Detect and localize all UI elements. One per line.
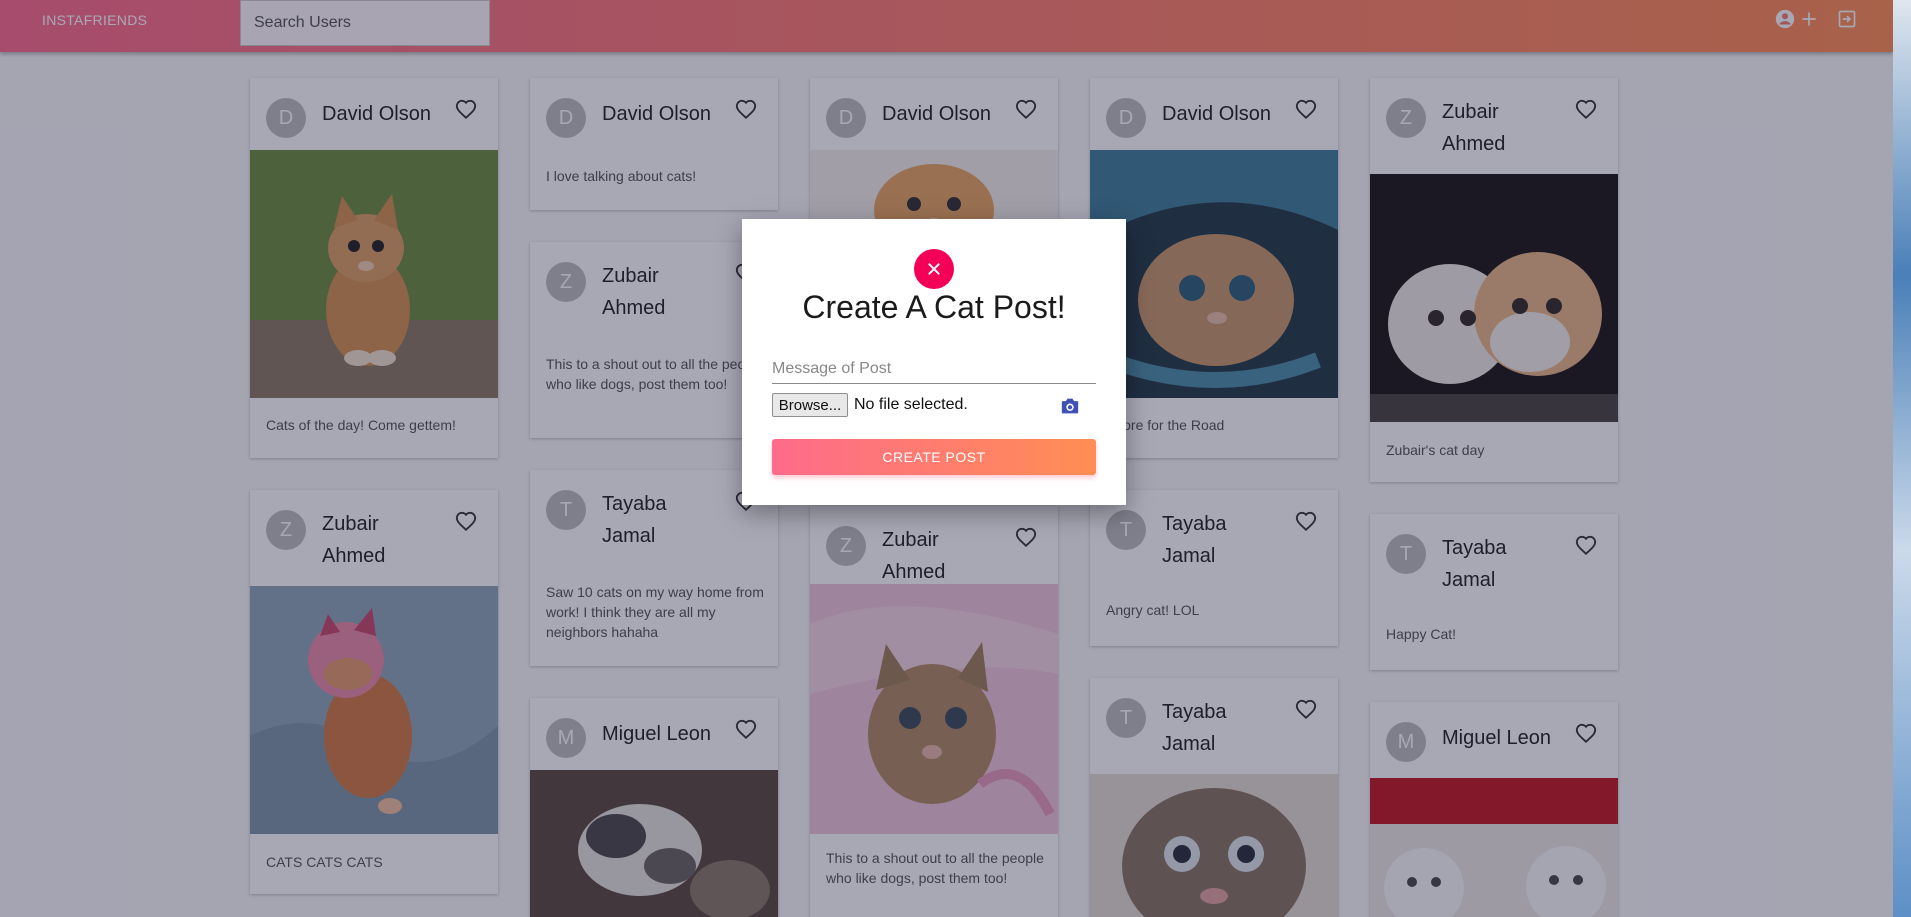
file-status: No file selected. [854,396,968,413]
close-icon [926,261,942,277]
create-post-button[interactable]: CREATE POST [772,439,1096,475]
browse-file-button[interactable]: Browse... [772,393,848,417]
post-message-input[interactable] [772,355,1096,384]
camera-icon[interactable] [1058,395,1082,417]
desktop-edge [1893,0,1911,917]
dialog-title: Create A Cat Post! [802,289,1066,325]
app-window: INSTAFRIENDS D David Olson [0,0,1893,917]
create-post-dialog: Create A Cat Post! Browse... No file sel… [742,219,1126,505]
close-button[interactable] [914,249,954,289]
